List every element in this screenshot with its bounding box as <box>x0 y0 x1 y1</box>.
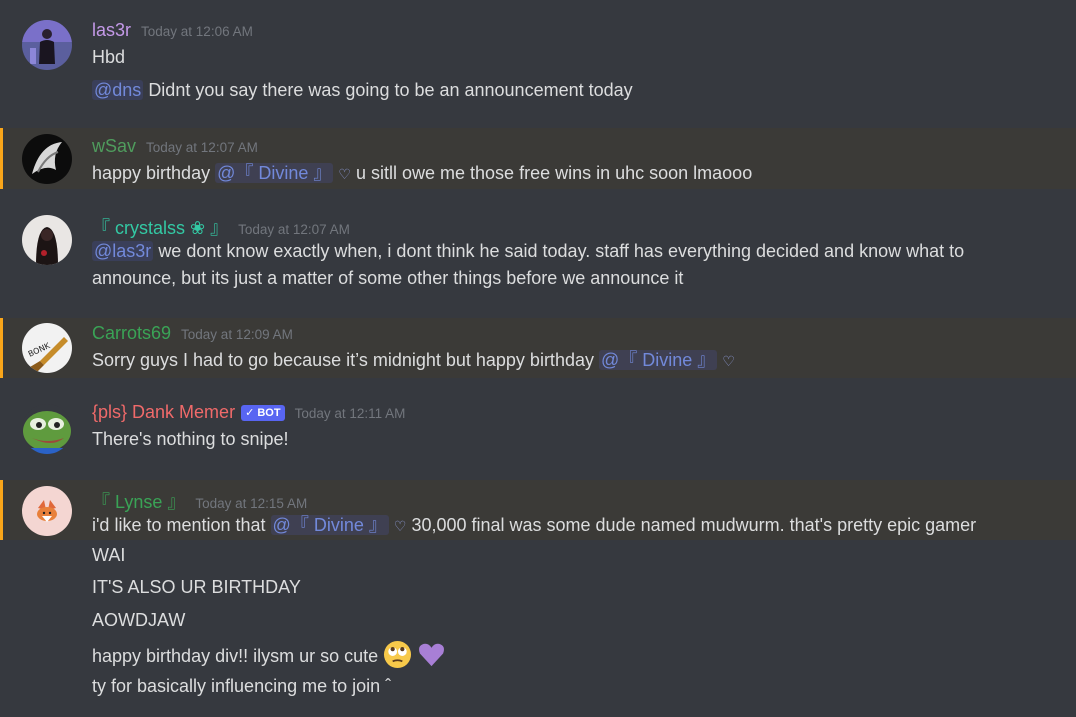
message-text-part: happy birthday div!! ilysm ur so cute <box>92 646 379 666</box>
message-text-part: Sorry guys I had to go because it’s midn… <box>92 350 594 370</box>
avatar-crystalss[interactable] <box>22 215 72 265</box>
avatar-las3r[interactable] <box>22 20 72 70</box>
avatar-lynse[interactable] <box>22 486 72 536</box>
message-lynse: 『 Lynse 』 Today at 12:15 AM i'd like to … <box>0 480 1076 540</box>
avatar-wsav-image <box>22 134 72 184</box>
avatar-carrots69[interactable]: BONK <box>22 323 72 373</box>
message-text-part: u sitll owe me those free wins in uhc so… <box>356 163 753 183</box>
avatar-wsav[interactable] <box>22 134 72 184</box>
message-text-followup: IT'S ALSO UR BIRTHDAY <box>92 577 301 597</box>
message-crystalss: 『 crystalss ❀ 』 Today at 12:07 AM @las3r… <box>0 192 1076 312</box>
rolling-eyes-emoji <box>383 640 412 669</box>
heart-icon: ♡ <box>722 353 735 369</box>
message-dank-memer: {pls} Dank Memer ✓ BOT Today at 12:11 AM… <box>0 380 1076 480</box>
message-text-wrap: announce, but its just a matter of some … <box>92 268 684 288</box>
timestamp: Today at 12:06 AM <box>141 24 253 39</box>
username-carrots69[interactable]: Carrots69 <box>92 323 171 344</box>
message-las3r: las3r Today at 12:06 AM Hbd @dns Didnt y… <box>0 0 1076 125</box>
message-text: Sorry guys I had to go because it’s midn… <box>92 347 1036 375</box>
message-text-followup: happy birthday div!! ilysm ur so cute <box>92 640 1036 670</box>
username-lynse[interactable]: 『 Lynse 』 <box>92 488 185 514</box>
message-text: Didnt you say there was going to be an a… <box>148 80 633 100</box>
mention-divine[interactable]: @『 Divine 』 <box>270 515 389 535</box>
message-text: i'd like to mention that @『 Divine 』 ♡ 3… <box>92 512 1036 540</box>
message-text: happy birthday @『 Divine 』 ♡ u sitll owe… <box>92 160 1036 188</box>
avatar-dank-memer[interactable] <box>22 404 72 454</box>
message-text-followup: AOWDJAW <box>92 610 186 630</box>
heart-icon: ♡ <box>393 518 407 534</box>
avatar-carrots69-image: BONK <box>22 323 72 373</box>
message-text-part: we dont know exactly when, i dont think … <box>158 241 965 261</box>
username-dank-memer[interactable]: {pls} Dank Memer <box>92 402 235 423</box>
message-text-part: i'd like to mention that <box>92 515 266 535</box>
avatar-las3r-image <box>22 20 72 70</box>
mention-las3r[interactable]: @las3r <box>92 241 154 261</box>
message-text-followup: @dns Didnt you say there was going to be… <box>92 77 1036 104</box>
message-wsav: wSav Today at 12:07 AM happy birthday @『… <box>0 128 1076 189</box>
username-las3r[interactable]: las3r <box>92 20 131 41</box>
message-text: There's nothing to snipe! <box>92 429 289 449</box>
message-text: Hbd <box>92 47 126 67</box>
message-text-followup: ty for basically influencing me to join … <box>92 676 392 696</box>
mention-dns[interactable]: @dns <box>92 80 144 100</box>
username-wsav[interactable]: wSav <box>92 136 136 157</box>
message-text-part: 30,000 final was some dude named mudwurm… <box>411 515 977 535</box>
username-crystalss[interactable]: 『 crystalss ❀ 』 <box>92 214 228 240</box>
mention-divine[interactable]: @『 Divine 』 <box>215 163 334 183</box>
timestamp: Today at 12:11 AM <box>294 406 406 421</box>
timestamp: Today at 12:07 AM <box>238 222 350 237</box>
message-text-followup: WAI <box>92 545 126 565</box>
bot-tag: ✓ BOT <box>241 405 285 421</box>
timestamp: Today at 12:09 AM <box>181 327 293 342</box>
avatar-crystalss-image <box>22 215 72 265</box>
timestamp: Today at 12:07 AM <box>146 140 258 155</box>
mention-divine[interactable]: @『 Divine 』 <box>599 350 718 370</box>
purple-heart-emoji <box>417 640 446 669</box>
message-text-part: happy birthday <box>92 163 211 183</box>
chat-messages: las3r Today at 12:06 AM Hbd @dns Didnt y… <box>0 0 1076 717</box>
heart-icon: ♡ <box>338 166 351 182</box>
message-carrots69: BONK Carrots69 Today at 12:09 AM Sorry g… <box>0 318 1076 378</box>
timestamp: Today at 12:15 AM <box>195 496 308 511</box>
message-text: @las3r we dont know exactly when, i dont… <box>92 238 1036 265</box>
avatar-lynse-image <box>22 486 72 536</box>
pepe-avatar-image <box>22 404 72 454</box>
